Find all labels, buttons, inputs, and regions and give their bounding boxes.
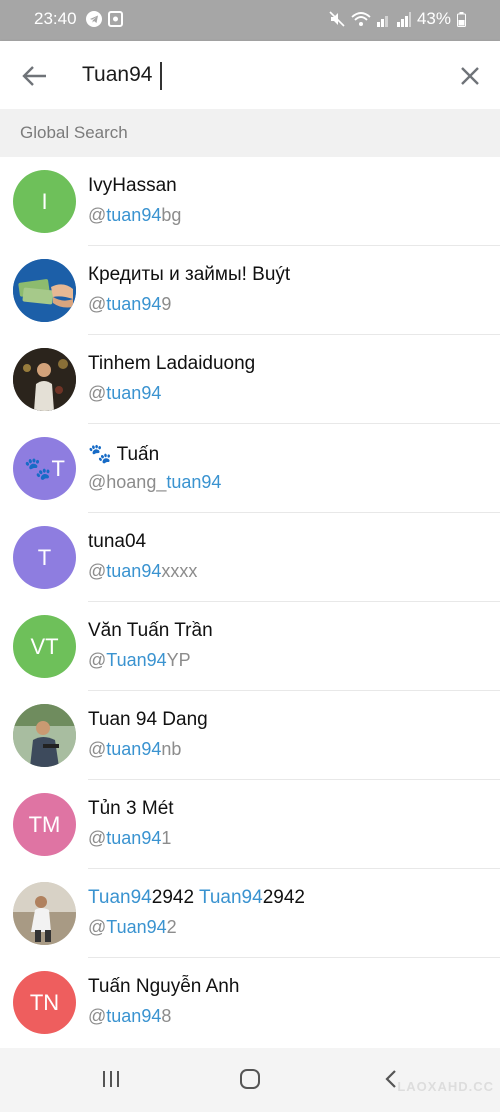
avatar: T [13,526,76,589]
avatar: 🐾T [13,437,76,500]
contact-username: @Tuan94YP [88,650,191,670]
list-item[interactable]: T tuna04 @tuan94xxxx [0,513,500,602]
status-time: 23:40 [34,9,77,28]
signal-2-icon [396,12,411,27]
avatar [13,882,76,945]
contact-username: @tuan94xxxx [88,561,198,581]
list-item[interactable]: TM Tủn 3 Mét @tuan941 [0,780,500,869]
list-item[interactable]: Tuan 94 Dang @tuan94nb [0,691,500,780]
avatar [13,259,76,322]
list-item[interactable]: 🐾T 🐾 Tuấn @hoang_tuan94 [0,424,500,513]
section-title: Global Search [20,123,128,142]
avatar [13,348,76,411]
status-indicators: 43% [329,9,466,29]
status-bar: 23:40 43% [0,0,500,41]
contact-name: IvyHassan [88,175,177,196]
watermark: LAOXAHD.CC [397,1079,494,1094]
contact-username: @tuan94nb [88,739,182,759]
avatar: TN [13,971,76,1034]
contact-username: @tuan94 [88,383,162,403]
person-photo-icon [13,704,76,767]
contact-username: @hoang_tuan94 [88,472,222,492]
contact-username: @tuan949 [88,294,172,314]
avatar: VT [13,615,76,678]
list-item[interactable]: I IvyHassan @tuan94bg [0,157,500,246]
person-photo-icon [13,882,76,945]
contact-username: @tuan94bg [88,205,182,225]
contact-name: Кредиты и займы! Buýt [88,264,291,285]
recent-apps-icon[interactable] [100,1068,122,1090]
battery-icon [457,11,466,27]
search-input[interactable] [82,57,422,93]
contact-name: Tinhem Ladaiduong [88,353,256,374]
contact-name: Tuấn Nguyễn Anh [88,976,240,997]
list-item[interactable]: Tinhem Ladaiduong @tuan94 [0,335,500,424]
contact-username: @tuan948 [88,1006,172,1026]
avatar: I [13,170,76,233]
contact-name: Tuan 94 Dang [88,709,208,730]
battery-level: 43% [416,9,451,28]
mute-icon [329,11,345,27]
contact-name: Tủn 3 Mét [88,798,174,819]
search-bar [0,41,500,109]
signal-1-icon [376,16,388,27]
money-photo-icon [13,259,76,322]
list-item[interactable]: Tuan942942 Tuan942942 @Tuan942 [0,869,500,958]
telegram-icon [86,11,102,27]
system-nav-bar: LAOXAHD.CC [0,1048,500,1112]
text-cursor [160,62,162,90]
contact-name: Tuan942942 Tuan942942 [88,887,305,908]
search-results-list: I IvyHassan @tuan94bg Кредиты и займы! B… [0,157,500,1047]
wifi-icon [351,12,371,26]
list-item[interactable]: Кредиты и займы! Buýt @tuan949 [0,246,500,335]
contact-username: @Tuan942 [88,917,177,937]
section-header: Global Search [0,109,500,157]
list-item[interactable]: TN Tuấn Nguyễn Anh @tuan948 [0,958,500,1047]
app-notification-icon [108,11,123,27]
home-icon[interactable] [239,1068,261,1090]
contact-username: @tuan941 [88,828,172,848]
list-item[interactable]: VT Văn Tuấn Trần @Tuan94YP [0,602,500,691]
person-photo-icon [13,348,76,411]
contact-name: tuna04 [88,531,147,552]
close-icon[interactable] [457,63,483,89]
avatar: TM [13,793,76,856]
contact-name: 🐾 Tuấn [88,444,160,465]
contact-name: Văn Tuấn Trần [88,620,213,641]
avatar [13,704,76,767]
back-arrow-icon[interactable] [20,61,50,91]
